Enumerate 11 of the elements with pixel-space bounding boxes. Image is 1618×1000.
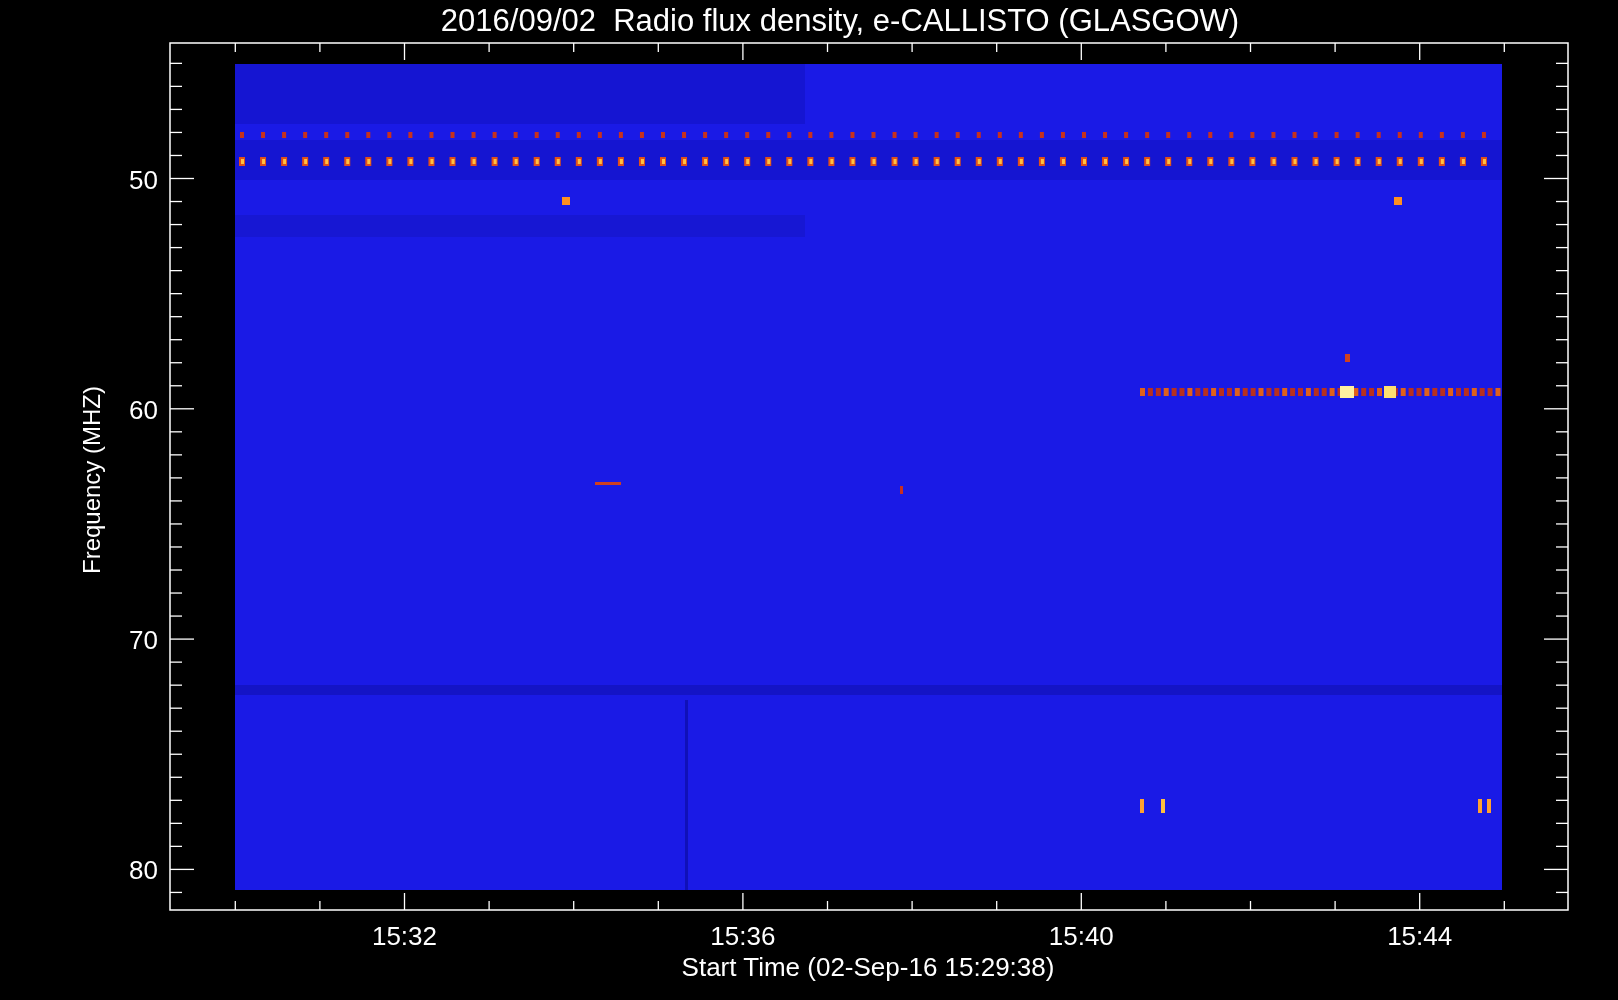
tick-label: 15:32 [371,921,438,951]
tick-label: 15:44 [1387,921,1453,951]
tick-label: 50 [129,164,158,195]
tick-label: 80 [129,855,158,886]
tick-label: 60 [129,394,158,425]
axis-title: Frequency (MHZ) [78,386,105,574]
tick-label: 15:36 [710,921,776,951]
tick-label: 70 [129,625,158,656]
chart-title: 2016/09/02 Radio flux density, e-CALLISTO (GLASGOW) [440,3,1240,38]
axis-title: Start Time (02-Sep-16 15:29:38) [681,952,1055,982]
tick-label: 15:40 [1048,921,1114,951]
